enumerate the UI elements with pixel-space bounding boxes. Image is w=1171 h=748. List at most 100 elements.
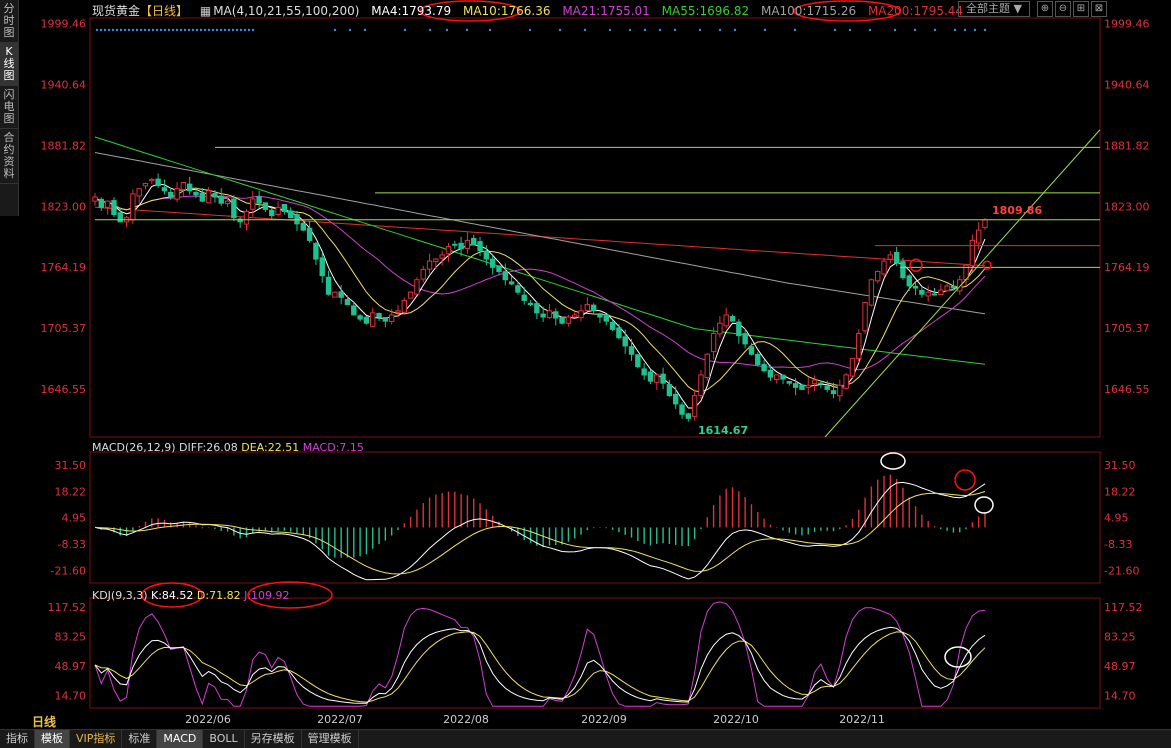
signal-dot xyxy=(139,28,143,32)
chart-header: 现货黄金【日线】 ▦ MA(4,10,21,55,100,200) MA4:179… xyxy=(92,2,971,19)
candle xyxy=(287,210,294,219)
candle xyxy=(534,303,540,314)
candle xyxy=(483,250,490,260)
signal-dot xyxy=(171,28,175,32)
candle xyxy=(805,384,811,388)
candle xyxy=(729,315,736,322)
signal-dot xyxy=(868,28,872,32)
candle xyxy=(799,384,805,390)
candle xyxy=(477,241,483,252)
zoom-in-icon[interactable]: ⊕ xyxy=(1037,1,1053,17)
candle xyxy=(906,275,912,287)
tab-vip-indicator[interactable]: VIP指标 xyxy=(70,730,123,748)
candle xyxy=(117,212,123,223)
candle xyxy=(673,393,679,405)
candle xyxy=(748,346,755,355)
candle xyxy=(900,261,906,279)
candle xyxy=(761,363,767,372)
candle xyxy=(830,390,837,395)
macd-y-tick-right: 4.95 xyxy=(1104,512,1129,525)
candle xyxy=(565,316,572,324)
candle xyxy=(180,181,187,191)
signal-dot xyxy=(243,28,247,32)
kdj-y-tick-right: 117.52 xyxy=(1104,601,1143,614)
ma55-value: MA55:1696.82 xyxy=(661,4,750,18)
signal-dot xyxy=(167,28,171,32)
signal-dot xyxy=(465,28,469,32)
candle xyxy=(540,313,546,318)
ma4-value: MA4:1793.79 xyxy=(371,4,452,18)
signal-dot xyxy=(99,28,103,32)
ma-params: MA(4,10,21,55,100,200) xyxy=(213,4,360,18)
candle xyxy=(893,251,900,264)
candle xyxy=(975,229,982,244)
signal-dot xyxy=(227,28,231,32)
signal-dot xyxy=(251,28,255,32)
kdj-y-tick-right: 14.70 xyxy=(1104,689,1136,702)
macd-value: MACD:7.15 xyxy=(302,441,364,454)
signal-dot xyxy=(155,28,159,32)
tab-indicator[interactable]: 指标 xyxy=(0,730,35,748)
macd-y-tick-right: 31.50 xyxy=(1104,459,1136,472)
candle xyxy=(174,188,180,200)
signal-dot xyxy=(231,28,235,32)
candle xyxy=(136,188,142,197)
candle xyxy=(439,254,445,259)
candle xyxy=(420,268,426,280)
candle xyxy=(824,385,830,390)
layout-icon[interactable]: ⊞ xyxy=(1073,1,1089,17)
kdj-y-tick-right: 83.25 xyxy=(1104,630,1136,643)
tab-macd[interactable]: MACD xyxy=(157,730,204,748)
tab-standard[interactable]: 标准 xyxy=(122,730,158,748)
price-y-tick-left: 1646.55 xyxy=(41,383,87,396)
kdj-k: K:84.52 xyxy=(151,589,194,602)
tab-save-template[interactable]: 另存模板 xyxy=(245,730,302,748)
chart-canvas[interactable]: 1999.46 1999.46 1940.64 1940.64 1881.82 1881.… xyxy=(0,0,1171,747)
candle xyxy=(881,260,887,275)
price-y-tick-left: 1940.64 xyxy=(41,79,87,92)
candle xyxy=(212,193,218,198)
candle xyxy=(887,254,894,260)
candle xyxy=(546,310,553,319)
signal-dot xyxy=(643,28,647,32)
signal-dot xyxy=(115,28,119,32)
theme-dropdown[interactable]: 全部主题 ▼ xyxy=(958,1,1030,17)
x-tick-label: 2022/09 xyxy=(581,713,627,726)
close-icon[interactable]: ⊠ xyxy=(1091,1,1107,17)
candle xyxy=(262,202,269,210)
period-label[interactable]: 日线 xyxy=(32,713,56,730)
candle xyxy=(300,222,306,231)
signal-dot xyxy=(673,28,677,32)
candle xyxy=(269,209,275,217)
candle xyxy=(780,374,786,380)
candle xyxy=(553,311,559,319)
zoom-out-icon[interactable]: ⊖ xyxy=(1055,1,1071,17)
kdj-y-tick-left: 48.97 xyxy=(55,660,87,673)
candle xyxy=(635,354,641,368)
tab-boll[interactable]: BOLL xyxy=(203,730,245,748)
macd-header: MACD(26,12,9) DIFF:26.08 DEA:22.51 MACD:… xyxy=(92,441,364,454)
candle xyxy=(736,321,742,337)
ma200-value: MA200:1795.44 xyxy=(867,4,964,18)
candle xyxy=(559,317,565,324)
signal-dot xyxy=(913,28,917,32)
signal-dot xyxy=(163,28,167,32)
candle xyxy=(357,315,363,320)
candle xyxy=(944,285,950,292)
signal-dot xyxy=(658,28,662,32)
macd-diff-line xyxy=(94,481,986,581)
signal-dot xyxy=(403,28,407,32)
candle xyxy=(578,310,584,319)
candle xyxy=(647,371,654,382)
tab-template[interactable]: 模板 xyxy=(35,730,70,748)
signal-dot xyxy=(215,28,219,32)
candle xyxy=(407,291,414,299)
signal-dot xyxy=(983,28,987,32)
candle xyxy=(218,195,224,204)
high-annotation: 1809.86 xyxy=(992,204,1042,217)
signal-dot xyxy=(191,28,195,32)
candle xyxy=(142,183,149,187)
signal-dot xyxy=(348,28,352,32)
tab-manage-template[interactable]: 管理模板 xyxy=(302,730,359,748)
candle xyxy=(256,196,262,204)
